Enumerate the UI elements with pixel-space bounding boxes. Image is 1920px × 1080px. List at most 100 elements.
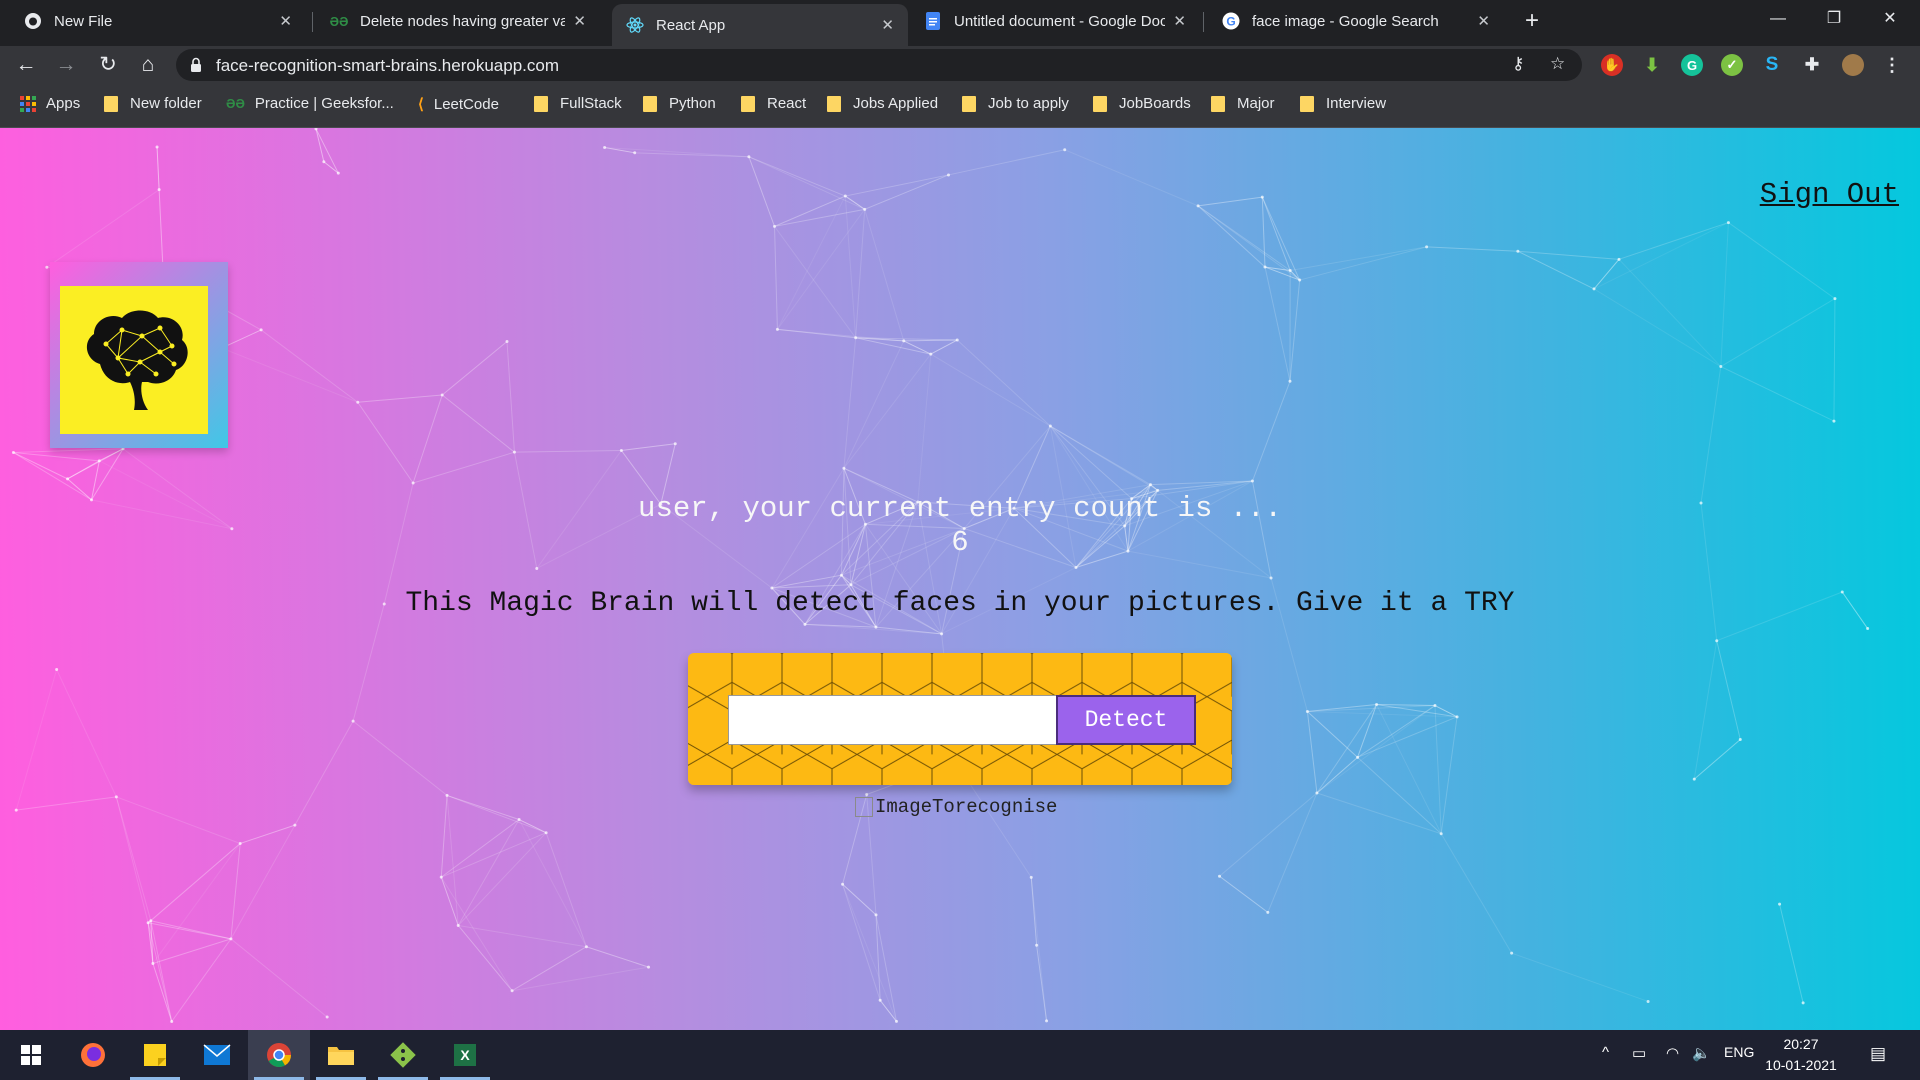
reload-button[interactable]: ↻	[94, 51, 122, 79]
bookmark-label: Python	[669, 95, 716, 112]
battery-icon[interactable]: ▭	[1632, 1044, 1646, 1062]
close-icon[interactable]: ✕	[881, 16, 894, 34]
bookmark-interview[interactable]: Interview	[1300, 95, 1386, 112]
bookmark-major[interactable]: Major	[1211, 95, 1275, 112]
chevron-up-icon[interactable]: ^	[1602, 1044, 1609, 1061]
git-app[interactable]	[372, 1030, 434, 1080]
react-icon	[626, 16, 644, 34]
folder-icon	[1211, 95, 1225, 112]
bookmark-label: New folder	[130, 95, 202, 112]
tab-separator	[1203, 12, 1204, 32]
bookmark-jobs-applied[interactable]: Jobs Applied	[827, 95, 938, 112]
bookmark-label: Job to apply	[988, 95, 1069, 112]
firefox-app[interactable]	[62, 1030, 124, 1080]
image-alt-text: ImageTorecognise	[875, 796, 1058, 818]
start-button[interactable]	[0, 1030, 62, 1080]
notifications-icon[interactable]: ▤	[1870, 1044, 1886, 1064]
close-icon[interactable]: ✕	[1173, 12, 1186, 30]
folder-icon	[643, 95, 657, 112]
close-icon[interactable]: ✕	[1477, 12, 1490, 30]
browser-toolbar: ← → ↻ ⌂ face-recognition-smart-brains.he…	[0, 46, 1920, 84]
leetcode-icon: ⟨	[418, 96, 424, 113]
wifi-icon[interactable]: ◠	[1666, 1044, 1679, 1062]
chrome-app[interactable]	[248, 1030, 310, 1080]
windows-icon	[21, 1045, 41, 1065]
excel-app[interactable]: X	[434, 1030, 496, 1080]
file-explorer-app[interactable]	[310, 1030, 372, 1080]
sign-out-link[interactable]: Sign Out	[1760, 178, 1899, 211]
close-icon[interactable]: ✕	[279, 12, 292, 30]
folder-icon	[741, 95, 755, 112]
app-page: Sign Out user, your current entry count …	[0, 128, 1920, 1030]
tab-react-app[interactable]: React App ✕	[612, 4, 908, 46]
minimize-button[interactable]: —	[1750, 0, 1806, 40]
sticky-notes-icon	[144, 1044, 166, 1066]
tab-label: Untitled document - Google Doc	[954, 12, 1166, 30]
image-link-form: Detect	[688, 653, 1232, 785]
face-image: ImageTorecognise	[855, 796, 1057, 818]
close-icon[interactable]: ✕	[573, 12, 586, 30]
intro-text: This Magic Brain will detect faces in yo…	[405, 588, 1515, 619]
gfg-icon: ƏƏ	[329, 13, 349, 29]
menu-icon[interactable]: ⋮	[1881, 54, 1903, 76]
folder-icon	[1093, 95, 1107, 112]
entry-count-value: 6	[951, 526, 969, 559]
forward-button[interactable]: →	[52, 51, 80, 79]
bookmark-react[interactable]: React	[741, 95, 806, 112]
volume-icon[interactable]: 🔈	[1692, 1044, 1711, 1062]
key-icon[interactable]: ⚷	[1512, 54, 1524, 74]
detect-button[interactable]: Detect	[1056, 695, 1196, 745]
svg-text:G: G	[1226, 15, 1235, 29]
bookmarks-bar: Apps New folder ƏƏ Practice | Geeksfor...…	[0, 84, 1920, 128]
bookmark-jobboards[interactable]: JobBoards	[1093, 95, 1191, 112]
home-button[interactable]: ⌂	[134, 51, 162, 79]
bookmark-label: Major	[1237, 95, 1275, 112]
image-url-input[interactable]	[728, 695, 1058, 745]
bookmark-label: JobBoards	[1119, 95, 1191, 112]
windows-taskbar: X ^ ▭ ◠ 🔈 ENG 20:27 10-01-2021 ▤	[0, 1030, 1920, 1080]
broken-image-icon	[855, 797, 873, 817]
folder-icon	[104, 95, 118, 112]
back-button[interactable]: ←	[12, 51, 40, 79]
star-icon[interactable]: ☆	[1550, 54, 1565, 74]
check-icon[interactable]: ✓	[1721, 54, 1743, 76]
tab-new-file[interactable]: New File ✕	[10, 0, 306, 42]
system-clock[interactable]: 20:27 10-01-2021	[1746, 1034, 1856, 1076]
bookmark-apps[interactable]: Apps	[20, 95, 80, 112]
new-tab-button[interactable]: +	[1518, 8, 1546, 36]
sticky-notes-app[interactable]	[124, 1030, 186, 1080]
bookmark-practice-gfg[interactable]: ƏƏ Practice | Geeksfor...	[226, 95, 394, 112]
restore-button[interactable]: ❐	[1806, 0, 1862, 40]
bookmark-label: React	[767, 95, 807, 112]
address-bar[interactable]: face-recognition-smart-brains.herokuapp.…	[176, 49, 1582, 81]
bookmark-label: Apps	[46, 95, 81, 112]
chrome-icon	[267, 1043, 291, 1068]
lock-icon[interactable]	[190, 57, 202, 73]
tab-google-docs[interactable]: Untitled document - Google Doc ✕	[910, 0, 1200, 42]
folder-icon	[1300, 95, 1314, 112]
folder-icon	[962, 95, 976, 112]
tab-google-search[interactable]: G face image - Google Search ✕	[1208, 0, 1504, 42]
tab-geeksforgeeks[interactable]: ƏƏ Delete nodes having greater valu ✕	[316, 0, 600, 42]
logo-tilt-card	[50, 262, 228, 448]
url-text: face-recognition-smart-brains.herokuapp.…	[216, 56, 559, 75]
extensions-icon[interactable]: ✚	[1801, 54, 1823, 76]
mail-app[interactable]	[186, 1030, 248, 1080]
s-extension-icon[interactable]: S	[1761, 54, 1783, 76]
bookmark-new-folder[interactable]: New folder	[104, 95, 202, 112]
adblock-icon[interactable]: ✋	[1601, 54, 1623, 76]
clock-date: 10-01-2021	[1765, 1057, 1837, 1073]
bookmark-leetcode[interactable]: ⟨ LeetCode	[418, 95, 499, 114]
bookmark-label: LeetCode	[433, 95, 499, 113]
mail-icon	[203, 1044, 231, 1065]
bookmark-python[interactable]: Python	[643, 95, 716, 112]
tab-label: face image - Google Search	[1252, 12, 1439, 30]
close-window-button[interactable]: ✕	[1862, 0, 1918, 40]
bookmark-job-to-apply[interactable]: Job to apply	[962, 95, 1069, 112]
bookmark-label: Practice | Geeksfor...	[254, 95, 394, 112]
grammarly-icon[interactable]: G	[1681, 54, 1703, 76]
bookmark-fullstack[interactable]: FullStack	[534, 95, 622, 112]
download-icon[interactable]: ⬇	[1641, 54, 1663, 76]
tab-label: New File	[54, 12, 113, 30]
profile-avatar[interactable]	[1842, 54, 1864, 76]
